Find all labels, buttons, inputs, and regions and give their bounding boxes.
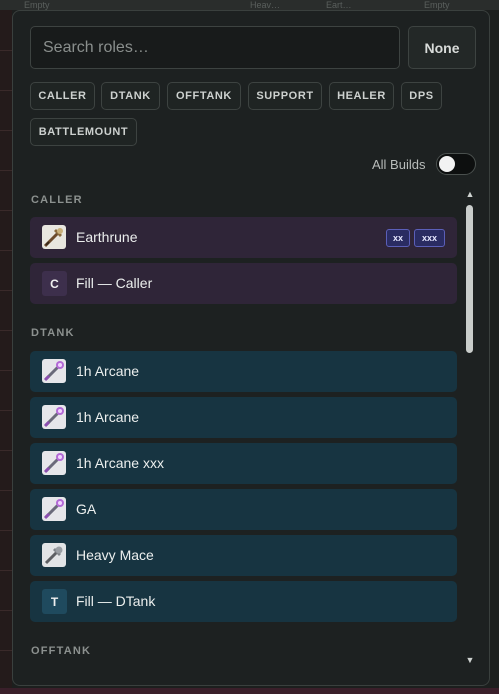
- list-item[interactable]: 1h Arcane: [30, 351, 457, 392]
- row-label: 1h Arcane: [76, 363, 140, 379]
- build-tag: xx: [386, 229, 410, 247]
- arcane-staff-icon: [42, 497, 66, 521]
- row-label: Fill — DTank: [76, 593, 156, 609]
- search-roles-input[interactable]: [30, 26, 400, 69]
- scroll-down-arrow-icon[interactable]: ▼: [465, 655, 475, 665]
- list-item[interactable]: 1h Arcane xxx: [30, 443, 457, 484]
- list-scrollbar[interactable]: ▲ ▼: [464, 189, 476, 667]
- list-item[interactable]: Earthrune xx xxx: [30, 217, 457, 258]
- arcane-staff-icon: [42, 451, 66, 475]
- section-header-dtank: DTANK: [31, 327, 75, 339]
- scroll-up-arrow-icon[interactable]: ▲: [465, 189, 475, 199]
- row-label: GA: [76, 501, 97, 517]
- scrollbar-thumb[interactable]: [466, 205, 473, 353]
- bg-cell: Empty: [424, 0, 450, 10]
- all-builds-toggle[interactable]: [436, 153, 476, 175]
- row-label: Fill — Caller: [76, 275, 153, 291]
- list-item[interactable]: GA: [30, 489, 457, 530]
- mace-weapon-icon: [42, 543, 66, 567]
- row-label: 1h Arcane: [76, 409, 140, 425]
- chip-healer[interactable]: HEALER: [329, 82, 394, 110]
- toggle-knob: [439, 156, 455, 172]
- background-strip-bottom: [0, 688, 499, 694]
- role-list: CALLER Earthrune xx xxx C Fill — Caller …: [30, 185, 458, 675]
- chip-battlemount[interactable]: BATTLEMOUNT: [30, 118, 137, 146]
- list-item[interactable]: C Fill — Caller: [30, 263, 457, 304]
- arcane-staff-icon: [42, 359, 66, 383]
- staff-weapon-icon: [42, 225, 66, 249]
- row-label: 1h Arcane xxx: [76, 455, 164, 471]
- row-label: Heavy Mace: [76, 547, 154, 563]
- section-header-offtank: OFFTANK: [31, 645, 92, 657]
- row-label: Earthrune: [76, 229, 138, 245]
- list-item[interactable]: T Fill — DTank: [30, 581, 457, 622]
- chip-offtank[interactable]: OFFTANK: [167, 82, 241, 110]
- chip-caller[interactable]: CALLER: [30, 82, 95, 110]
- bg-cell: Eart…: [326, 0, 352, 10]
- chip-dps[interactable]: DPS: [401, 82, 442, 110]
- arcane-staff-icon: [42, 405, 66, 429]
- background-strip-left: [0, 10, 12, 694]
- list-item[interactable]: Heavy Mace: [30, 535, 457, 576]
- role-picker-popup: None CALLER DTANK OFFTANK SUPPORT HEALER…: [12, 10, 490, 686]
- role-letter-badge: C: [42, 271, 67, 296]
- chip-support[interactable]: SUPPORT: [248, 82, 322, 110]
- all-builds-label: All Builds: [372, 157, 426, 172]
- bg-cell: Heav…: [250, 0, 281, 10]
- background-strip-top: Empty Heav… Eart… Empty: [0, 0, 499, 10]
- section-header-caller: CALLER: [31, 194, 83, 206]
- build-tag: xxx: [414, 229, 445, 247]
- chip-dtank[interactable]: DTANK: [101, 82, 160, 110]
- bg-cell: Empty: [24, 0, 50, 10]
- role-letter-badge: T: [42, 589, 67, 614]
- none-button[interactable]: None: [408, 26, 476, 69]
- list-item[interactable]: 1h Arcane: [30, 397, 457, 438]
